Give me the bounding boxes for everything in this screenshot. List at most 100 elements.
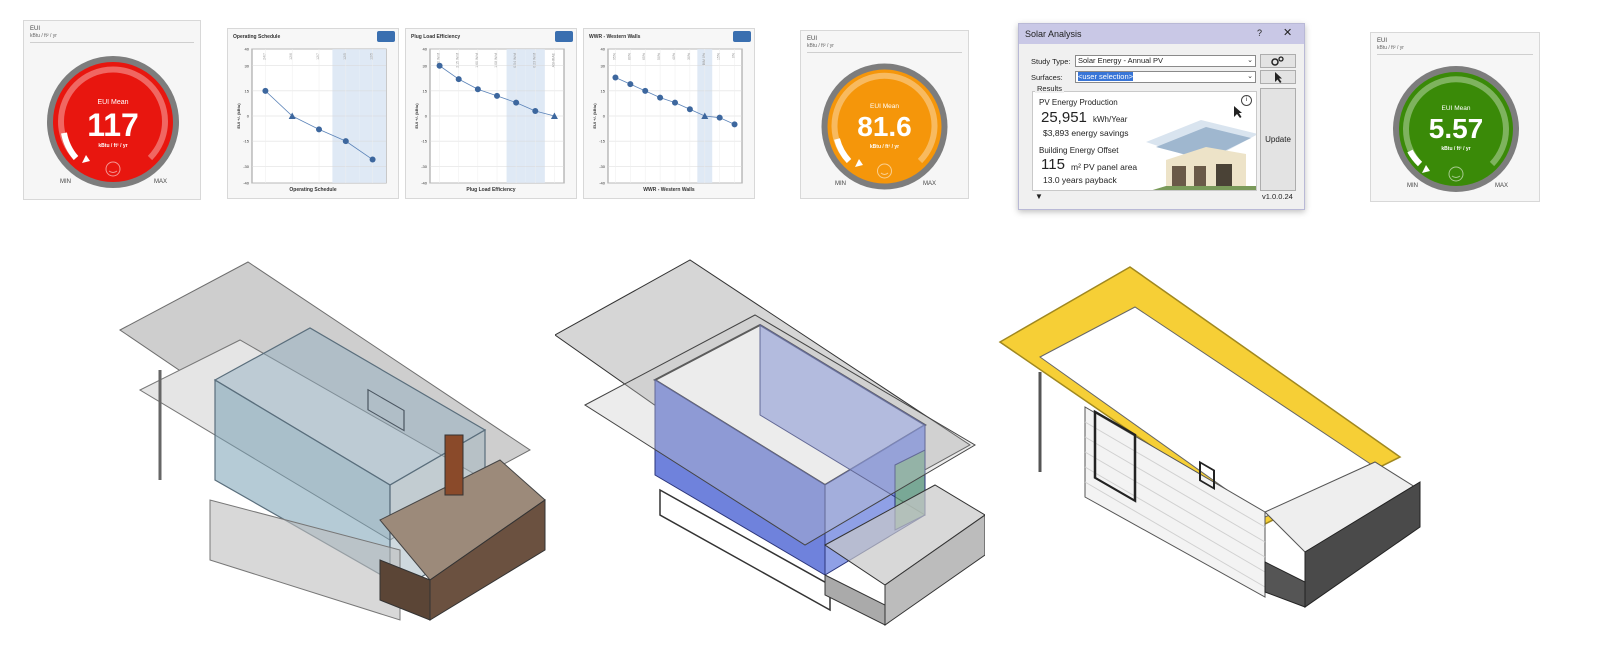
divider xyxy=(30,42,194,43)
y-tick-label: 15 xyxy=(423,88,428,93)
y-tick-label: -40 xyxy=(421,181,428,186)
close-button[interactable]: ✕ xyxy=(1283,26,1292,39)
data-point xyxy=(474,86,481,93)
dial-value-unit: kBtu / ft² / yr xyxy=(1441,146,1471,152)
dial-value-unit: kBtu / ft² / yr xyxy=(869,144,900,150)
y-tick-label: 15 xyxy=(601,88,606,93)
y-axis-label: EUI +/- (kBtu) xyxy=(414,103,419,129)
results-panel: PV Energy Production i 25,951 kWh/Year $… xyxy=(1032,91,1257,191)
study-type-label: Study Type: xyxy=(1031,57,1071,66)
y-tick-label: -40 xyxy=(599,181,606,186)
x-tick-label: 12/6 xyxy=(289,53,293,60)
y-tick-label: -30 xyxy=(421,164,428,169)
surfaces-value: <user selection> xyxy=(1078,72,1134,81)
max-label: MAX xyxy=(154,179,168,185)
x-tick-label: 1.08 W/sf xyxy=(494,53,498,68)
data-point xyxy=(532,107,539,114)
surfaces-label: Surfaces: xyxy=(1031,73,1063,82)
x-tick-label: 12/7 xyxy=(316,53,320,60)
y-tick-label: -30 xyxy=(243,164,250,169)
study-type-value: Solar Energy - Annual PV xyxy=(1078,56,1164,65)
help-button[interactable]: ? xyxy=(1257,28,1262,38)
eui-unit: kBtu / ft² / yr xyxy=(807,43,834,49)
chart-operating-schedule: Operating Schedule 40 30 15 0 -15 -30 -40 EUI +… xyxy=(227,28,399,199)
eui-title: EUI xyxy=(30,26,41,32)
y-tick-label: 40 xyxy=(245,47,250,52)
title-bar[interactable]: Solar Analysis ? ✕ xyxy=(1019,24,1304,44)
eui-dial: EUI Mean 5.57 kBtu / ft² / yr xyxy=(1392,65,1520,193)
pv-heading: PV Energy Production xyxy=(1039,98,1118,107)
chevron-down-icon: ⌄ xyxy=(1247,57,1253,64)
y-axis-label: EUI +/- (kBtu) xyxy=(236,103,241,129)
x-tick-label: ASHRAE xyxy=(551,52,555,67)
settings-button[interactable] xyxy=(1260,54,1296,68)
data-point xyxy=(316,126,322,133)
y-tick-label: 40 xyxy=(601,47,606,52)
x-tick-label: 15% xyxy=(717,53,721,60)
x-tick-label: 2.15 W/sf xyxy=(456,53,460,68)
x-tick-label: 95% xyxy=(612,53,616,60)
data-point xyxy=(716,114,723,121)
y-tick-label: 30 xyxy=(245,63,250,68)
data-point xyxy=(436,62,443,69)
eui-dial: EUI Mean 117 kBtu / ft² / yr xyxy=(46,55,180,189)
dial-value: 117 xyxy=(87,107,139,143)
min-label: MIN xyxy=(60,179,71,185)
pv-value: 25,951 xyxy=(1041,109,1087,126)
eui-dial: EUI Mean 81.6 kBtu / ft² / yr xyxy=(821,63,948,190)
data-point xyxy=(513,99,520,106)
chart-plug-load: Plug Load Efficiency 40 30 15 0 -15 -30 -40 EUI… xyxy=(405,28,577,199)
dial-value-unit: kBtu / ft² / yr xyxy=(98,143,128,149)
divider xyxy=(807,52,962,53)
solar-analysis-window: Solar Analysis ? ✕ Study Type: Solar Ene… xyxy=(1018,23,1305,210)
data-point xyxy=(672,99,678,106)
area-value: 115 xyxy=(1041,156,1065,173)
y-tick-label: 30 xyxy=(423,63,428,68)
area-unit: m² PV panel area xyxy=(1071,162,1138,172)
chart-plot: 4030150-15-30-40EUI +/- (kBtu)0.66 W/sf 2… xyxy=(414,47,565,186)
chart-wwr-western: WWR - Western Walls 40 30 15 0 -15 -30 -40 EUI … xyxy=(583,28,755,199)
pick-surfaces-button[interactable] xyxy=(1260,70,1296,84)
data-point xyxy=(455,76,462,83)
y-axis-label: EUI +/- (kBtu) xyxy=(592,103,597,129)
house-thumbnail xyxy=(1146,106,1256,190)
cursor-icon xyxy=(1275,72,1282,83)
chevron-down-icon: ⌄ xyxy=(1247,73,1253,80)
data-point xyxy=(642,87,649,94)
data-point xyxy=(612,74,619,81)
building-model-transparent xyxy=(119,261,546,621)
surfaces-select[interactable]: <user selection> ⌄ xyxy=(1075,71,1256,83)
x-tick-label: 24/7 xyxy=(262,53,266,60)
dial-value: 5.57 xyxy=(1428,113,1484,144)
dial-label: EUI Mean xyxy=(97,99,129,106)
x-tick-label: 65% xyxy=(642,53,646,60)
x-tick-label: 50% xyxy=(657,53,661,60)
eui-panel-1: EUI kBtu / ft² / yr EUI Mean 117 kBtu / … xyxy=(23,20,201,200)
max-label: MAX xyxy=(1495,183,1509,189)
payback: 13.0 years payback xyxy=(1043,175,1117,185)
data-point xyxy=(731,121,738,128)
x-tick-label: 0% xyxy=(732,53,736,58)
x-tick-label: 0.54 W/sf xyxy=(513,53,517,68)
data-point xyxy=(262,87,269,94)
chart-xlabel: Operating Schedule xyxy=(289,187,337,193)
building-model-spaces xyxy=(555,259,985,626)
data-point xyxy=(342,138,349,145)
study-type-select[interactable]: Solar Energy - Annual PV ⌄ xyxy=(1075,55,1256,67)
eui-panel-2: EUI kBtu / ft² / yr EUI Mean 81.6 kBtu /… xyxy=(800,30,969,199)
update-button[interactable]: Update xyxy=(1260,88,1296,191)
y-tick-label: 0 xyxy=(247,114,250,119)
dial-value: 81.6 xyxy=(857,111,912,142)
x-tick-label: 12/5 xyxy=(343,53,347,60)
y-tick-label: 30 xyxy=(601,63,606,68)
chart-plot: 40 30 15 0 -15 -30 -40 EUI +/- (kBtu) 24/7 12/6 12… xyxy=(236,47,387,186)
x-tick-label: 1.60 W/sf xyxy=(475,53,479,68)
eui-unit: kBtu / ft² / yr xyxy=(1377,45,1404,51)
data-point xyxy=(627,81,634,88)
building-model-solar-roof xyxy=(998,266,1421,608)
gear-icon xyxy=(1271,56,1284,66)
triangle-down-icon[interactable]: ▼ xyxy=(1035,192,1043,201)
dial-label: EUI Mean xyxy=(870,103,899,110)
y-tick-label: 40 xyxy=(423,47,428,52)
eui-unit: kBtu / ft² / yr xyxy=(30,33,57,39)
